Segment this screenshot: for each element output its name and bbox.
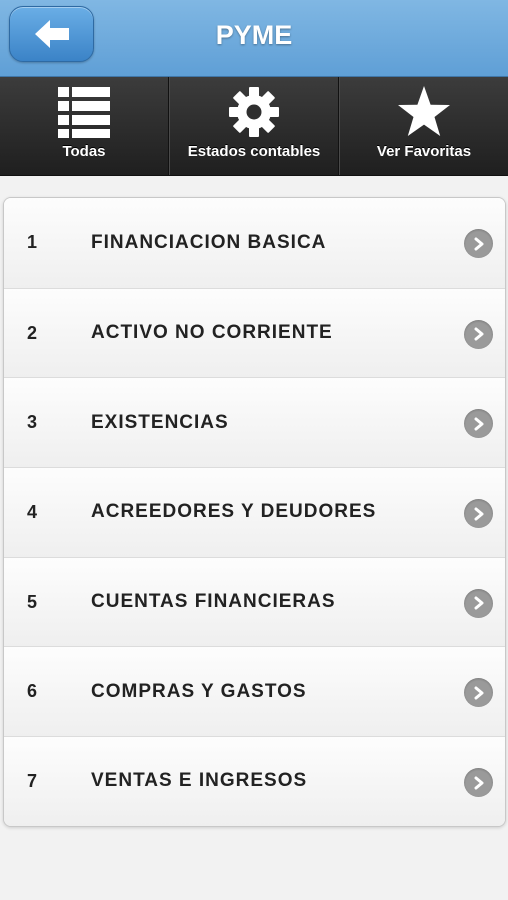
chevron-right-icon	[464, 409, 493, 439]
item-number: 1	[27, 232, 38, 253]
list-item[interactable]: 1 FINANCIACION BASICA	[4, 198, 505, 288]
tab-bar: Todas Estados contables Ver Favoritas	[0, 77, 508, 176]
item-label: ACREEDORES Y DEUDORES	[91, 501, 377, 523]
item-number: 5	[27, 591, 38, 612]
chevron-right-icon	[464, 319, 493, 349]
list-item[interactable]: 4 ACREEDORES Y DEUDORES	[4, 467, 505, 557]
tab-label: Ver Favoritas	[376, 143, 472, 160]
app-header: PYME	[0, 0, 508, 77]
item-number: 2	[27, 322, 38, 343]
list-item[interactable]: 6 COMPRAS Y GASTOS	[4, 646, 505, 737]
chevron-right-icon	[464, 229, 493, 258]
gear-icon	[229, 87, 279, 137]
list-item[interactable]: 7 VENTAS E INGRESOS	[4, 736, 505, 826]
tab-label: Estados contables	[187, 143, 321, 160]
list-item[interactable]: 5 CUENTAS FINANCIERAS	[4, 556, 505, 647]
item-label: EXISTENCIAS	[91, 411, 229, 433]
chevron-right-icon	[464, 588, 493, 618]
list-item[interactable]: 3 EXISTENCIAS	[4, 377, 505, 468]
tab-ver-favoritas[interactable]: Ver Favoritas	[339, 77, 508, 175]
item-number: 6	[27, 681, 38, 702]
page-title: PYME	[215, 20, 293, 50]
list-icon	[58, 87, 110, 138]
list-item[interactable]: 2 ACTIVO NO CORRIENTE	[4, 287, 505, 378]
chevron-right-icon	[464, 768, 493, 798]
tab-estados-contables[interactable]: Estados contables	[169, 77, 339, 175]
item-label: COMPRAS Y GASTOS	[91, 680, 307, 702]
item-label: ACTIVO NO CORRIENTE	[91, 322, 333, 344]
category-list: 1 FINANCIACION BASICA 2 ACTIVO NO CORRIE…	[3, 197, 506, 827]
item-number: 3	[27, 412, 38, 433]
item-number: 4	[27, 501, 38, 522]
item-label: FINANCIACION BASICA	[91, 231, 327, 253]
tab-label: Todas	[62, 143, 106, 160]
star-icon	[398, 86, 450, 136]
item-label: VENTAS E INGRESOS	[91, 770, 308, 792]
item-label: CUENTAS FINANCIERAS	[91, 591, 336, 613]
tab-todas[interactable]: Todas	[0, 77, 169, 175]
item-number: 7	[27, 770, 38, 791]
chevron-right-icon	[464, 678, 493, 708]
chevron-right-icon	[464, 499, 493, 529]
